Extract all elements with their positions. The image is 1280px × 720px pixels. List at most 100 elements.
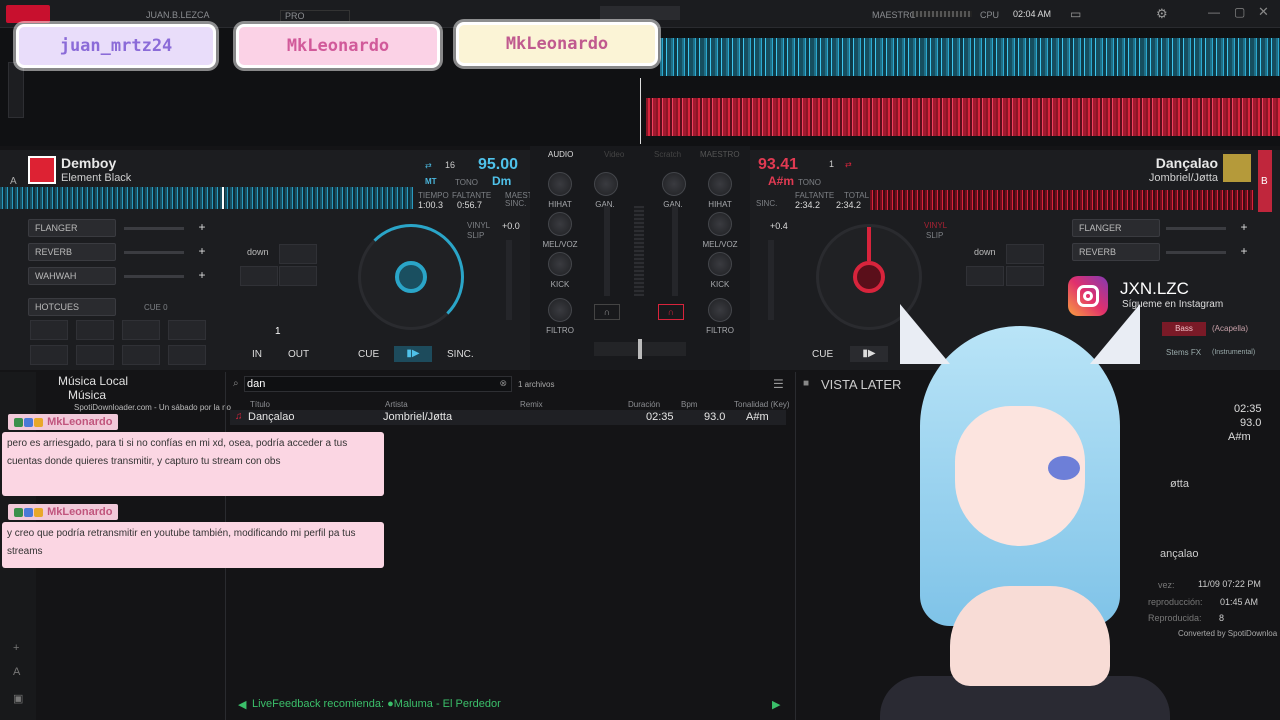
add-fx-icon[interactable]: + [196,269,208,281]
deck-b-low-knob[interactable] [708,252,732,276]
text-size-icon[interactable]: A [13,666,20,678]
hotcue-pad[interactable] [122,345,160,365]
sampler-pad[interactable] [279,266,317,286]
folder-music[interactable]: Música [68,388,106,402]
deck-a-key[interactable]: Dm [492,174,511,188]
list-view-icon[interactable]: ☰ [773,377,784,391]
hotcue-pad[interactable] [168,320,206,340]
deck-a-bpm[interactable]: 95.00 [478,156,518,174]
headphone-b-icon[interactable]: ∩ [658,304,684,320]
loop-in-button[interactable]: IN [252,349,262,360]
deck-b-mid-knob[interactable] [708,212,732,236]
sync-button[interactable]: SINC. [447,349,474,360]
mixer-tab-audio[interactable]: AUDIO [548,150,573,159]
deck-b-fx-slot[interactable]: FLANGER [1072,219,1160,237]
hotcue-pad[interactable] [30,345,68,365]
zoom-slider[interactable] [8,62,24,118]
deck-a-low-knob[interactable] [548,252,572,276]
panel-icon[interactable]: ▣ [13,692,23,705]
stem-acapella-button[interactable]: (Acapella) [1212,324,1248,333]
hotcue-pad[interactable] [76,345,114,365]
user-name[interactable]: JUAN.B.LEZCA [146,10,210,20]
loop-size[interactable]: 1 [275,326,281,337]
loop-out-button[interactable]: OUT [288,349,309,360]
search-input[interactable]: dan ⊗ [244,376,512,392]
record-controls[interactable] [600,6,680,20]
vinyl-toggle[interactable]: VINYL [924,221,947,230]
folder-spotidownloader[interactable]: SpotiDownloader.com - Un sábado por la n… [74,403,231,412]
deck-a-volume-fader[interactable] [604,206,610,296]
sampler-pad[interactable] [966,266,1004,286]
add-fx-icon[interactable]: + [196,221,208,233]
livefeed-next-icon[interactable]: ▶ [772,698,780,711]
settings-gear-icon[interactable]: ⚙ [1156,6,1168,22]
add-fx-icon[interactable]: + [1238,245,1250,257]
deck-a-fx-slot[interactable]: FLANGER [28,219,116,237]
add-fx-icon[interactable]: + [1238,221,1250,233]
deck-b-bpm[interactable]: 93.41 [758,156,798,174]
fx-level-slider[interactable] [1166,227,1226,230]
column-bpm[interactable]: Bpm [681,400,697,409]
layout-icon[interactable]: ▭ [1070,7,1081,21]
plan-select[interactable]: PRO [280,10,350,22]
deck-b-volume-fader[interactable] [672,206,678,296]
mixer-tab-master[interactable]: MAESTRO [700,150,740,159]
sampler-pad[interactable] [1006,266,1044,286]
loop-down-label[interactable]: down [974,247,996,257]
vinyl-toggle[interactable]: VINYL [467,221,490,230]
fx-level-slider[interactable] [124,275,184,278]
minimize-icon[interactable]: — [1208,5,1220,19]
stems-fx-button[interactable]: Stems FX [1166,348,1201,357]
deck-a-waveform[interactable] [660,38,1280,76]
column-artist[interactable]: Artista [385,400,408,409]
column-remix[interactable]: Remix [520,400,543,409]
sampler-pad[interactable] [1006,244,1044,264]
deck-b-fx-slot[interactable]: REVERB [1072,243,1160,261]
mixer-tab-video[interactable]: Video [604,150,624,159]
deck-b-filter-knob[interactable] [708,298,732,322]
deck-a-overview-waveform[interactable] [0,187,413,209]
deck-a-fx-slot[interactable]: REVERB [28,243,116,261]
livefeed-text[interactable]: LiveFeedback recomienda: ●Maluma - El Pe… [252,698,501,710]
hotcues-select[interactable]: HOTCUES [28,298,116,316]
column-title[interactable]: Título [250,400,270,409]
deck-b-key[interactable]: A#m [768,174,794,188]
deck-a-gain-knob[interactable] [594,172,618,196]
hotcue-pad[interactable] [30,320,68,340]
deck-b-sync-icon[interactable]: ⇄ [845,160,852,169]
headphone-a-icon[interactable]: ∩ [594,304,620,320]
deck-a-gain-knob[interactable] [548,172,572,196]
maximize-icon[interactable]: ▢ [1234,5,1245,19]
livefeed-arrow-icon[interactable]: ◀ [238,698,246,711]
deck-b-waveform[interactable] [646,98,1280,136]
slip-toggle[interactable]: SLIP [926,231,943,240]
fx-level-slider[interactable] [124,251,184,254]
deck-a-sync-icon[interactable]: ⇄ [425,161,432,170]
deck-b-gain-knob[interactable] [708,172,732,196]
loop-down-label[interactable]: down [247,247,269,257]
mixer-tab-scratch[interactable]: Scratch [654,150,681,159]
deck-a-mid-knob[interactable] [548,212,572,236]
deck-b-gain-knob[interactable] [662,172,686,196]
hotcue-pad[interactable] [122,320,160,340]
table-row[interactable] [230,410,786,425]
column-key[interactable]: Tonalidad (Key) [734,400,790,409]
clear-search-icon[interactable]: ⊗ [499,378,507,389]
crossfader[interactable] [594,339,686,359]
add-fx-icon[interactable]: + [196,245,208,257]
fx-level-slider[interactable] [124,227,184,230]
hotcue-pad[interactable] [76,320,114,340]
sampler-pad[interactable] [240,266,278,286]
deck-a-jog-wheel[interactable] [358,224,464,330]
cue-button[interactable]: CUE [358,349,379,360]
close-icon[interactable]: ✕ [1258,4,1269,20]
hotcue-pad[interactable] [168,345,206,365]
deck-b-overview-waveform[interactable] [870,190,1254,210]
deck-a-filter-knob[interactable] [548,298,572,322]
fx-level-slider[interactable] [1166,251,1226,254]
folder-local-music[interactable]: Música Local [58,374,128,388]
stem-instrumental-button[interactable]: (Instrumental) [1212,349,1255,356]
deck-a-fx-slot[interactable]: WAHWAH [28,267,116,285]
deck-b-pitch-slider[interactable] [768,240,774,320]
deck-a-pitch-slider[interactable] [506,240,512,320]
